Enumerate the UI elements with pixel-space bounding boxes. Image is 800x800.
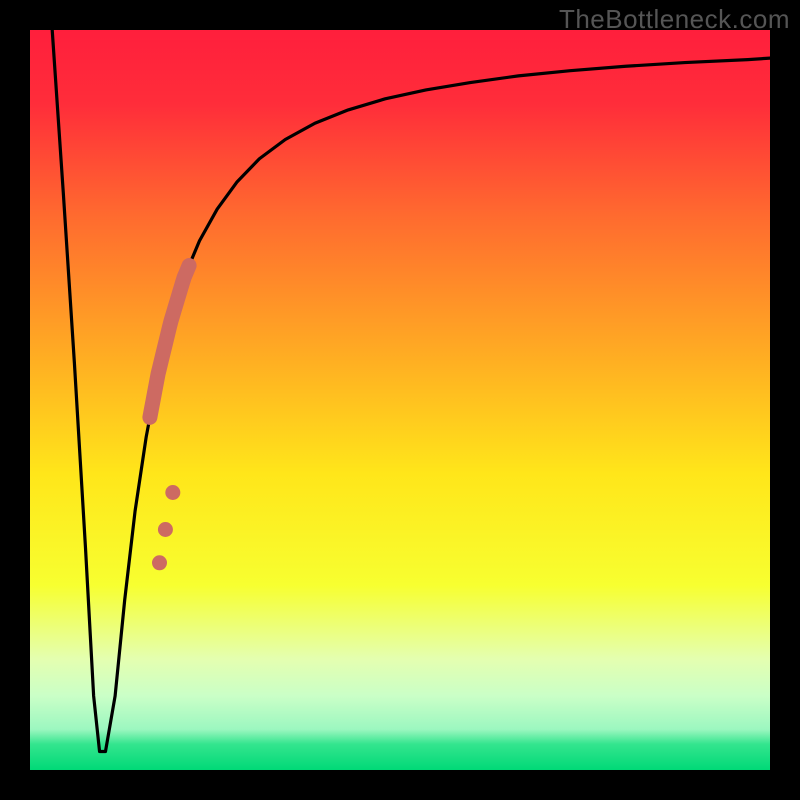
highlight-point <box>165 485 180 500</box>
bottleneck-chart <box>30 30 770 770</box>
highlight-point <box>152 555 167 570</box>
watermark-text: TheBottleneck.com <box>559 4 790 35</box>
chart-frame: TheBottleneck.com <box>0 0 800 800</box>
plot-background <box>30 30 770 770</box>
highlight-point <box>158 522 173 537</box>
